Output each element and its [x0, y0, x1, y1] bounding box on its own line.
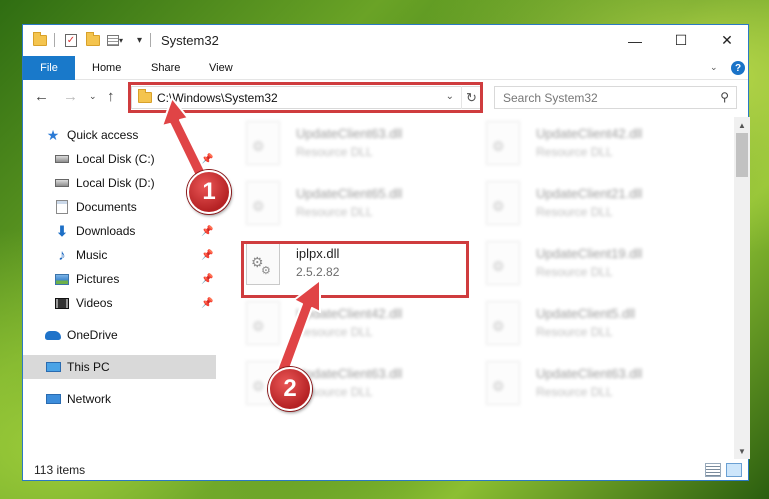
dll-file-icon: ⚙: [486, 361, 520, 405]
ribbon: File Home Share View ⌄ ?: [23, 56, 748, 80]
sidebar-item-label: This PC: [67, 360, 110, 374]
vertical-scrollbar[interactable]: ▲ ▼: [734, 117, 750, 459]
sidebar-item-music[interactable]: ♪ Music 📌: [23, 243, 216, 267]
pin-icon: 📌: [201, 273, 214, 285]
tab-view[interactable]: View: [209, 56, 233, 80]
scroll-down-icon[interactable]: ▼: [734, 443, 750, 459]
file-name: UpdateClient65.dll: [296, 186, 403, 201]
network-icon: [45, 392, 61, 406]
file-type: Resource DLL: [536, 145, 613, 159]
search-placeholder: Search System32: [503, 91, 598, 105]
file-name: UpdateClient63.dll: [296, 126, 403, 141]
music-icon: ♪: [58, 246, 66, 264]
help-icon[interactable]: ?: [731, 61, 745, 75]
window-title: System32: [161, 33, 219, 48]
sidebar-item-pictures[interactable]: Pictures 📌: [23, 267, 216, 291]
pin-icon: 📌: [201, 297, 214, 309]
status-bar: 113 items: [23, 459, 748, 481]
new-folder-icon[interactable]: [86, 31, 100, 48]
file-type: Resource DLL: [536, 385, 613, 399]
file-item[interactable]: ⚙ UpdateClient63.dll Resource DLL: [476, 357, 706, 415]
forward-button[interactable]: →: [63, 88, 78, 105]
sidebar-item-label: Downloads: [76, 224, 136, 238]
up-button[interactable]: ↑: [107, 88, 115, 105]
sidebar-item-this-pc[interactable]: This PC: [23, 355, 216, 379]
sidebar-item-label: Pictures: [76, 272, 120, 286]
file-item[interactable]: ⚙ UpdateClient42.dll Resource DLL: [476, 117, 706, 175]
back-button[interactable]: ←: [34, 88, 49, 105]
disk-icon: [54, 176, 70, 190]
close-button[interactable]: ✕: [704, 25, 750, 56]
details-view-icon[interactable]: [705, 463, 721, 477]
recent-locations-icon[interactable]: ⌄: [89, 91, 97, 102]
tab-file[interactable]: File: [23, 56, 75, 80]
file-type: Resource DLL: [536, 325, 613, 339]
properties-check-icon[interactable]: ✓: [65, 32, 77, 48]
file-name: UpdateClient5.dll: [536, 306, 636, 321]
title-bar: ✓ ▾ ▾ System32 — ☐ ✕: [23, 25, 748, 56]
file-type: Resource DLL: [296, 205, 373, 219]
dll-file-icon: ⚙: [246, 181, 280, 225]
file-name: UpdateClient21.dll: [536, 186, 643, 201]
sidebar-item-videos[interactable]: Videos 📌: [23, 291, 216, 315]
minimize-button[interactable]: —: [612, 25, 658, 56]
sidebar-item-downloads[interactable]: ⬇ Downloads 📌: [23, 219, 216, 243]
star-icon: ★: [46, 126, 60, 143]
file-item[interactable]: ⚙ UpdateClient63.dll Resource DLL: [236, 117, 466, 175]
maximize-button[interactable]: ☐: [658, 25, 704, 56]
file-type: Resource DLL: [296, 145, 373, 159]
pin-icon: 📌: [201, 249, 214, 261]
separator: [150, 32, 151, 48]
pin-icon: 📌: [201, 225, 214, 237]
dll-file-icon: ⚙: [486, 121, 520, 165]
dll-file-icon: ⚙: [486, 301, 520, 345]
pictures-icon: [54, 272, 70, 286]
item-count: 113 items: [34, 463, 86, 477]
this-pc-icon: [45, 360, 61, 374]
videos-icon: [54, 296, 70, 310]
documents-icon: [54, 200, 70, 214]
separator: [54, 32, 55, 48]
sidebar-item-label: Quick access: [67, 128, 139, 142]
sidebar-item-network[interactable]: Network: [23, 387, 216, 411]
scroll-up-icon[interactable]: ▲: [734, 117, 750, 133]
scrollbar-thumb[interactable]: [736, 133, 748, 177]
file-type: Resource DLL: [536, 265, 613, 279]
dll-file-icon: ⚙: [486, 241, 520, 285]
search-icon[interactable]: ⚲: [720, 90, 729, 104]
disk-icon: [54, 152, 70, 166]
dll-file-icon: ⚙: [486, 181, 520, 225]
tab-home[interactable]: Home: [92, 56, 121, 80]
dll-file-icon: ⚙: [246, 121, 280, 165]
folder-icon: [33, 31, 47, 48]
step-2-badge: 2: [268, 367, 312, 411]
sidebar-item-label: Music: [76, 248, 108, 262]
tiles-view-icon[interactable]: [726, 463, 742, 477]
file-item[interactable]: ⚙ UpdateClient19.dll Resource DLL: [476, 237, 706, 295]
file-type: Resource DLL: [536, 205, 613, 219]
step-1-badge: 1: [187, 170, 231, 214]
sidebar-item-label: Videos: [76, 296, 113, 310]
file-name: UpdateClient42.dll: [536, 126, 643, 141]
file-item[interactable]: ⚙ UpdateClient65.dll Resource DLL: [236, 177, 466, 235]
customize-toolbar-icon[interactable]: ▾: [137, 32, 142, 48]
sidebar-item-label: Network: [67, 392, 112, 406]
search-input[interactable]: Search System32 ⚲: [494, 86, 737, 109]
sidebar-item-onedrive[interactable]: OneDrive: [23, 323, 216, 347]
download-icon: ⬇: [56, 222, 68, 239]
tab-share[interactable]: Share: [151, 56, 180, 80]
file-name: UpdateClient63.dll: [536, 366, 643, 381]
sidebar-item-label: OneDrive: [67, 328, 118, 342]
expand-ribbon-icon[interactable]: ⌄: [710, 62, 718, 73]
onedrive-icon: [45, 328, 61, 342]
sidebar-item-label: Local Disk (D:): [76, 176, 155, 190]
sidebar-item-label: Local Disk (C:): [76, 152, 155, 166]
view-properties-icon[interactable]: ▾: [107, 32, 123, 48]
file-item[interactable]: ⚙ UpdateClient5.dll Resource DLL: [476, 297, 706, 355]
file-name: UpdateClient19.dll: [536, 246, 643, 261]
file-item[interactable]: ⚙ UpdateClient21.dll Resource DLL: [476, 177, 706, 235]
sidebar-item-label: Documents: [76, 200, 137, 214]
navigation-bar: ← → ⌄ ↑ C:\Windows\System32 ⌄ ↻ Search S…: [23, 81, 748, 115]
